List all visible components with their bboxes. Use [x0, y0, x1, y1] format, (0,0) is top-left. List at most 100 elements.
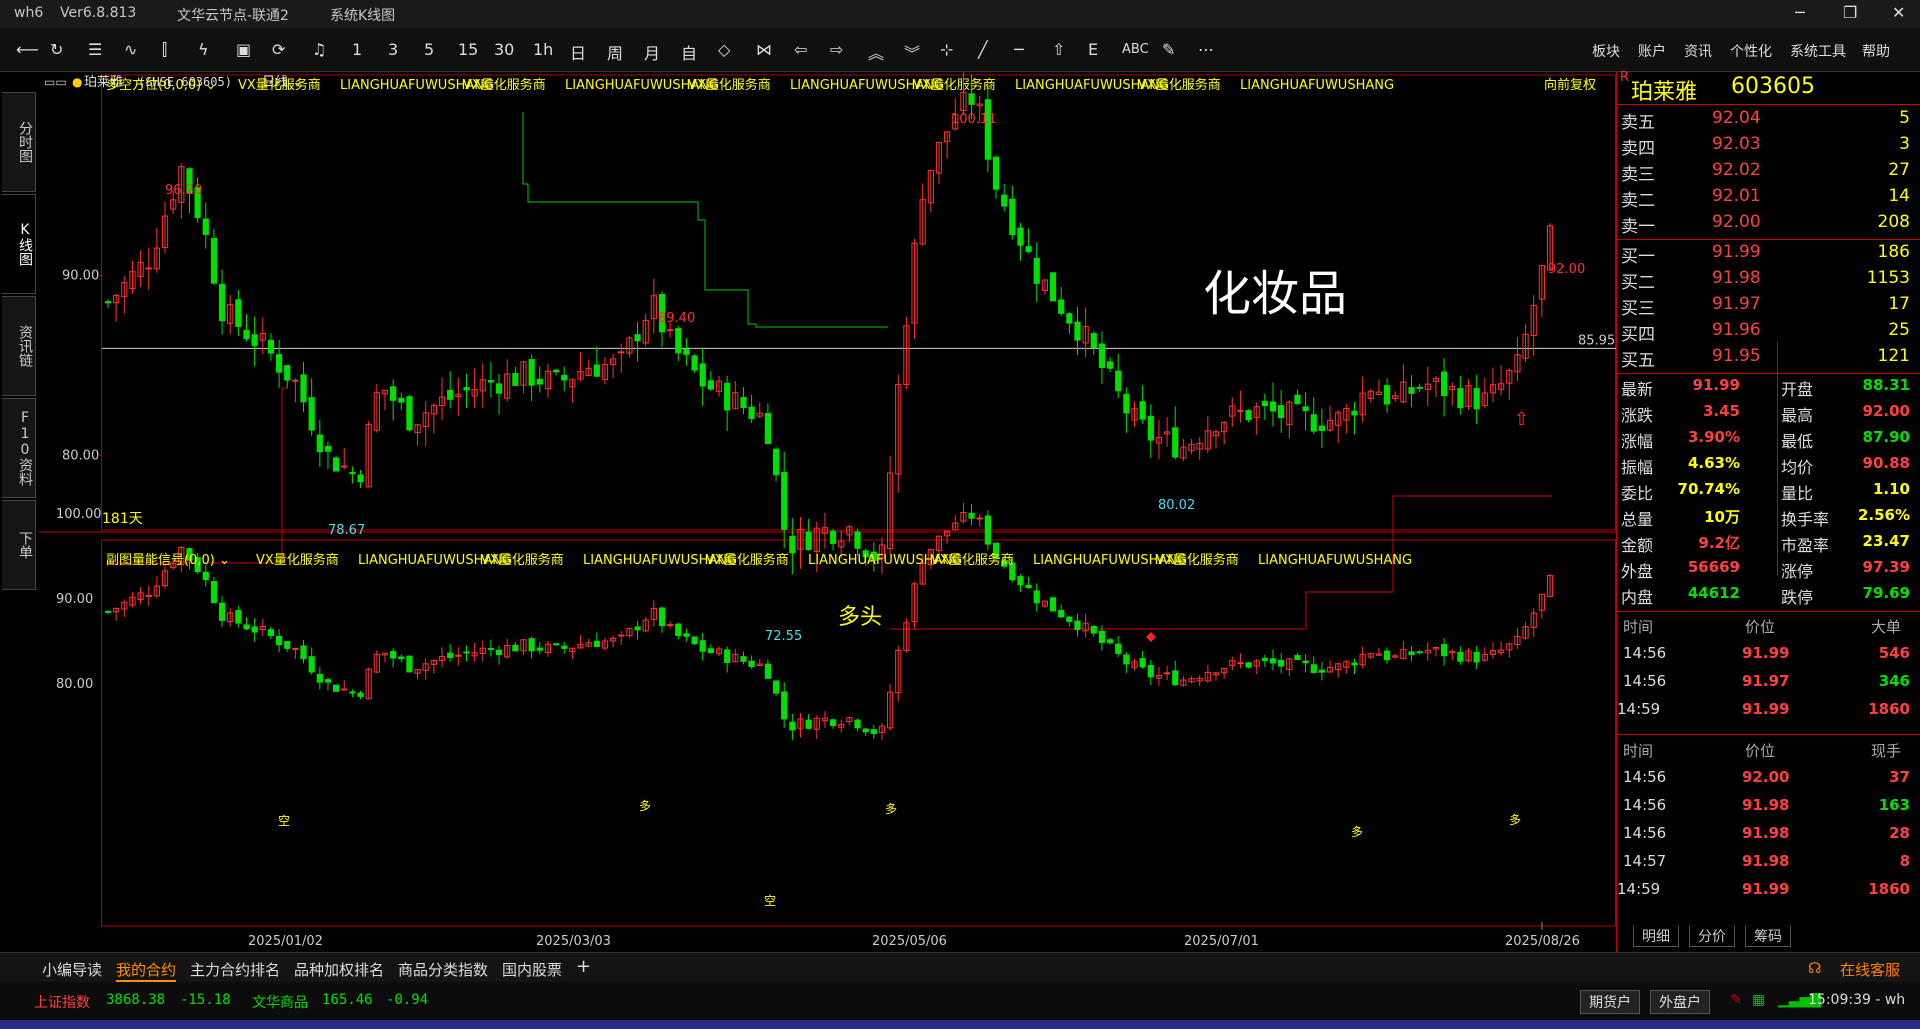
down-chevron-icon[interactable]: ︾	[904, 40, 920, 64]
hline-icon[interactable]: ─	[1014, 40, 1024, 59]
period-day[interactable]: 日	[570, 40, 586, 64]
grid-icon[interactable]: ▦	[1752, 992, 1765, 1008]
candle-body	[724, 382, 731, 411]
candle-body	[308, 397, 315, 431]
index2-name[interactable]: 文华商品	[252, 992, 308, 1012]
right-arrow-icon[interactable]: ⇨	[830, 40, 843, 59]
list-icon[interactable]: ☰	[88, 40, 102, 59]
period-15[interactable]: 15	[458, 40, 478, 59]
period-1[interactable]: 1	[352, 40, 362, 59]
server-node[interactable]: 文华云节点-联通2	[177, 5, 289, 25]
stat-value: 44612	[1687, 584, 1740, 602]
online-service[interactable]: 在线客服	[1840, 959, 1900, 980]
side-tabs: 分时图 K线图 资讯链 F10资料 下单	[0, 72, 38, 952]
ask-label: 卖三	[1621, 165, 1655, 185]
menu-help[interactable]: 帮助	[1862, 41, 1890, 61]
futures-account-button[interactable]: 期货户	[1580, 990, 1640, 1014]
sub-candle-body	[463, 651, 470, 654]
app-version: Ver6.8.813	[60, 5, 137, 21]
lightning-icon[interactable]: ϟ	[198, 40, 209, 59]
main-ytick: 80.00	[62, 449, 99, 464]
candle-body	[552, 369, 560, 373]
sub-candle-body	[398, 656, 405, 660]
more-icon[interactable]: ⋯	[1198, 40, 1214, 59]
chart-box-icon[interactable]: ▣	[236, 40, 251, 59]
edit-icon[interactable]: ✎	[1730, 992, 1742, 1008]
back-icon[interactable]: ⟵	[16, 40, 39, 59]
stat-value: 3.90%	[1687, 428, 1740, 446]
close-button[interactable]: ✕	[1892, 3, 1905, 22]
period-5[interactable]: 5	[424, 40, 434, 59]
index1-value: 3868.38	[106, 992, 166, 1008]
pen-icon[interactable]: ✎	[1162, 40, 1175, 59]
stat-label: 市盈率	[1781, 536, 1830, 555]
tab-editor-guide[interactable]: 小编导读	[42, 959, 102, 980]
period-month[interactable]: 月	[644, 40, 660, 64]
sub-candle-body	[683, 633, 690, 637]
crosshair-icon[interactable]: ⊹	[940, 40, 953, 59]
ask-price: 92.03	[1712, 134, 1761, 154]
line-chart-icon[interactable]: ∿	[124, 40, 137, 59]
period-custom[interactable]: 自	[681, 40, 697, 64]
candle-body	[1106, 361, 1114, 369]
quote-tab-2[interactable]: 筹码	[1745, 926, 1791, 947]
tab-order[interactable]: 下单	[2, 500, 36, 590]
candle-body	[984, 99, 991, 160]
menu-sector[interactable]: 板块	[1592, 41, 1620, 61]
sub-candle-body	[1269, 658, 1277, 664]
arrow-up-icon[interactable]: ⇧	[1052, 40, 1065, 59]
stat-label: 振幅	[1621, 458, 1654, 477]
tab-weighted-rank[interactable]: 品种加权排名	[294, 959, 384, 980]
fib-icon[interactable]: Ε	[1088, 40, 1098, 59]
candle-icon[interactable]: ⫿	[162, 40, 167, 60]
index1-name[interactable]: 上证指数	[34, 992, 90, 1012]
period-1h[interactable]: 1h	[533, 40, 553, 59]
tab-my-contracts[interactable]: 我的合约	[116, 959, 177, 982]
quote-tab-0[interactable]: 明细	[1633, 926, 1679, 947]
sub-candle-body	[805, 719, 812, 729]
separator	[1617, 611, 1920, 612]
stat-value: 2.56%	[1857, 506, 1910, 524]
trendline-icon[interactable]: ╱	[978, 40, 988, 59]
bell-icon[interactable]: ♫	[312, 40, 326, 59]
tab-commodity-index[interactable]: 商品分类指数	[398, 959, 488, 980]
kline-chart[interactable]: ▭▭ ● 珀莱雅 (SHSE 603605) 日线 ⌄多空方位(0,0,0) ⌄ VX量化…	[38, 72, 1616, 952]
period-week[interactable]: 周	[607, 40, 623, 64]
menu-tools[interactable]: 系统工具	[1790, 41, 1846, 61]
tab-main-contract-rank[interactable]: 主力合约排名	[190, 959, 280, 980]
tab-kline[interactable]: K线图	[2, 194, 36, 294]
main-ad-text: VX量化服务商	[238, 77, 321, 93]
refresh-icon[interactable]: ↻	[50, 40, 63, 59]
period-3[interactable]: 3	[388, 40, 398, 59]
overseas-account-button[interactable]: 外盘户	[1650, 990, 1710, 1014]
tab-news-chain[interactable]: 资讯链	[2, 296, 36, 396]
headset-icon[interactable]: ☊	[1808, 959, 1821, 977]
tab-domestic-stocks[interactable]: 国内股票	[502, 959, 562, 980]
expand-icon[interactable]: ◇	[718, 40, 730, 59]
candle-body	[683, 348, 690, 355]
add-tab-icon[interactable]: +	[576, 956, 591, 977]
maximize-button[interactable]: ❐	[1843, 3, 1857, 22]
sub-candle-body	[667, 624, 674, 627]
menu-news[interactable]: 资讯	[1684, 41, 1712, 61]
shrink-icon[interactable]: ⋈	[756, 40, 772, 59]
sub-candle-body	[870, 729, 877, 735]
tab-timeshare[interactable]: 分时图	[2, 92, 36, 192]
quote-tab-1[interactable]: 分价	[1689, 926, 1735, 947]
tab-f10[interactable]: F10资料	[2, 398, 36, 498]
cycle-icon[interactable]: ⟳	[272, 40, 285, 59]
sub-candle-body	[210, 581, 218, 604]
up-chevron-icon[interactable]: ︽	[868, 40, 884, 64]
sub-candle-body	[724, 649, 731, 663]
text-tool[interactable]: ABC	[1122, 42, 1149, 57]
left-arrow-icon[interactable]: ⇦	[794, 40, 807, 59]
stat-value: 91.99	[1692, 376, 1740, 394]
period-30[interactable]: 30	[494, 40, 514, 59]
menu-personalize[interactable]: 个性化	[1730, 41, 1772, 61]
candle-body	[104, 301, 112, 304]
minimize-button[interactable]: ─	[1795, 3, 1805, 22]
menu-account[interactable]: 账户	[1638, 41, 1666, 61]
tick-price: 91.98	[1742, 852, 1790, 870]
index1-change: -15.18	[180, 992, 231, 1008]
candle-body	[1310, 414, 1317, 432]
